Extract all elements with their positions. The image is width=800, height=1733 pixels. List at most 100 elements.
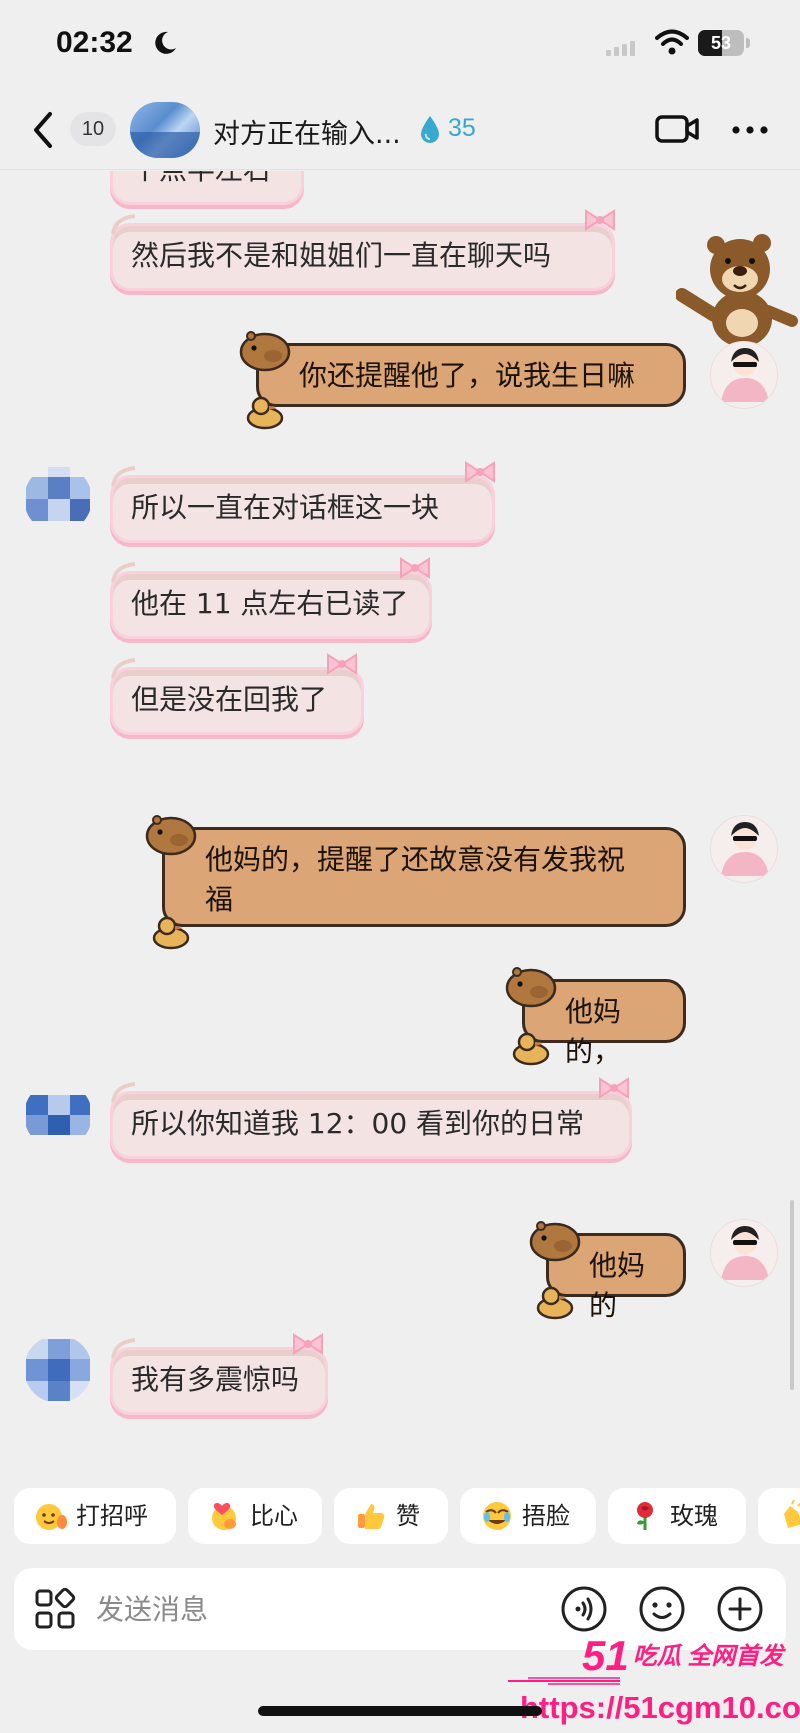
message-text: 所以一直在对话框这一块: [131, 491, 440, 524]
video-call-icon[interactable]: [654, 112, 700, 146]
plus-icon[interactable]: [716, 1585, 764, 1633]
quick-reply-bar: 打招呼 比心 赞 捂脸 玫瑰: [0, 1488, 800, 1548]
message-text: 然后我不是和姐姐们一直在聊天吗: [131, 239, 552, 272]
girl-avatar-icon: [711, 1220, 777, 1286]
chip-label: 玫瑰: [670, 1502, 718, 1530]
message-bubble-incoming[interactable]: 所以你知道我 12：00 看到你的日常: [110, 1077, 632, 1159]
message-text: 他在 11 点左右已读了: [131, 587, 409, 620]
message-text: 他妈的: [589, 1249, 646, 1322]
watermark-streak-icon: [508, 1677, 620, 1685]
capybara-sticker-icon: [239, 331, 291, 372]
message-text: 你还提醒他了，说我生日嘛: [299, 359, 636, 392]
facepalm-emoji-icon: [483, 1502, 511, 1530]
message-input[interactable]: [96, 1580, 476, 1638]
chat-header: 10 对方正在输入... 35: [0, 90, 800, 170]
capybara-sticker-icon: [145, 815, 197, 856]
unread-count-badge[interactable]: 10: [70, 112, 116, 146]
home-indicator[interactable]: [258, 1706, 542, 1716]
contact-status[interactable]: 对方正在输入...: [213, 112, 401, 151]
chip-label: 打招呼: [76, 1502, 148, 1530]
pink-bow-icon: [327, 653, 357, 675]
duck-sticker-icon: [512, 1032, 550, 1066]
finger-heart-emoji-icon: [212, 1503, 236, 1530]
lace-decoration-icon: [111, 1338, 136, 1359]
quick-reply-rose[interactable]: 玫瑰: [608, 1488, 746, 1544]
contact-avatar-pixelated[interactable]: [24, 1081, 92, 1149]
pixelated-avatar-icon: [24, 1081, 92, 1149]
pink-bow-icon: [400, 557, 430, 579]
pink-bow-icon: [599, 1077, 629, 1099]
more-options-icon[interactable]: [730, 124, 770, 136]
lace-decoration-icon: [111, 658, 136, 679]
message-bubble-incoming[interactable]: 他在 11 点左右已读了: [110, 557, 432, 639]
message-text-line: 福: [205, 883, 234, 916]
watermark-slogan: 吃瓜 全网首发: [632, 1643, 784, 1670]
message-list[interactable]: 个点半左右 然后我不是和姐姐们一直在聊天吗 你还提醒他了，说我生日嘛: [0, 171, 800, 1486]
duck-sticker-icon: [246, 396, 284, 430]
chip-label: 赞: [396, 1502, 420, 1530]
pink-bow-icon: [585, 209, 615, 231]
message-bubble-incoming[interactable]: 所以一直在对话框这一块: [110, 461, 495, 543]
message-bubble-outgoing[interactable]: 他妈的，提醒了还故意没有发我祝 福: [145, 815, 686, 950]
cellular-signal-icon: [606, 41, 635, 56]
battery-level: 53: [710, 33, 732, 53]
message-text: 但是没在回我了: [131, 683, 328, 716]
contact-avatar-pixelated[interactable]: [24, 465, 92, 533]
voice-input-icon[interactable]: [560, 1585, 608, 1633]
message-text: 个点半左右: [131, 171, 271, 186]
chip-label: 比心: [250, 1502, 298, 1530]
battery-indicator: 53: [698, 30, 750, 56]
apps-grid-icon[interactable]: [34, 1588, 76, 1630]
message-bubble-incoming[interactable]: 然后我不是和姐姐们一直在聊天吗: [110, 209, 615, 291]
duck-sticker-icon: [536, 1286, 574, 1320]
message-text: 所以你知道我 12：00 看到你的日常: [131, 1107, 585, 1140]
status-time: 02:32: [56, 26, 133, 59]
message-bubble-outgoing[interactable]: 你还提醒他了，说我生日嘛: [239, 331, 686, 430]
pink-bow-icon: [293, 1333, 323, 1355]
watermark-url: https://51cgm10.com: [520, 1690, 800, 1725]
clap-emoji-icon: [784, 1500, 800, 1528]
capybara-sticker-icon: [505, 967, 557, 1008]
chip-label: 捂脸: [522, 1502, 570, 1530]
wave-emoji-icon: [36, 1504, 67, 1530]
my-avatar[interactable]: [710, 815, 778, 883]
message-text: 我有多震惊吗: [131, 1363, 300, 1396]
scrollbar[interactable]: [790, 1200, 794, 1390]
message-bubble-outgoing[interactable]: 他妈的: [529, 1221, 686, 1322]
girl-avatar-icon: [711, 342, 777, 408]
message-bubble-outgoing[interactable]: 他妈的，: [505, 967, 686, 1068]
my-avatar[interactable]: [710, 341, 778, 409]
quick-reply-like[interactable]: 赞: [334, 1488, 448, 1544]
water-drop-icon: [421, 116, 439, 143]
rose-emoji-icon: [637, 1502, 653, 1530]
intimacy-count: 35: [448, 114, 476, 142]
status-bar: 02:32 53: [0, 0, 800, 90]
my-avatar[interactable]: [710, 1219, 778, 1287]
watermark-number: 51: [582, 1632, 629, 1679]
quick-reply-wave[interactable]: 打招呼: [14, 1488, 176, 1544]
contact-avatar-pixelated[interactable]: [24, 1335, 92, 1403]
thumbs-up-emoji-icon: [358, 1504, 385, 1529]
pixelated-avatar-icon: [24, 465, 92, 533]
contact-avatar[interactable]: [130, 102, 200, 158]
quick-reply-facepalm[interactable]: 捂脸: [460, 1488, 596, 1544]
message-bubble-incoming[interactable]: 我有多震惊吗: [110, 1333, 328, 1415]
lace-decoration-icon: [111, 1082, 136, 1103]
quick-reply-finger-heart[interactable]: 比心: [188, 1488, 322, 1544]
girl-avatar-icon: [711, 816, 777, 882]
message-text-line: 他妈的，提醒了还故意没有发我祝: [205, 843, 626, 876]
capybara-sticker-icon: [529, 1221, 581, 1262]
emoji-icon[interactable]: [638, 1585, 686, 1633]
message-bubble-incoming[interactable]: 个点半左右: [110, 171, 304, 205]
watermark-brand: 51 吃瓜 全网首发: [582, 1632, 783, 1680]
lace-decoration-icon: [111, 466, 136, 487]
lace-decoration-icon: [111, 214, 136, 235]
back-arrow-icon[interactable]: [28, 110, 58, 150]
duck-sticker-icon: [152, 916, 190, 950]
message-bubble-incoming[interactable]: 但是没在回我了: [110, 653, 364, 735]
pixelated-avatar-icon: [24, 1335, 92, 1403]
quick-reply-more[interactable]: [758, 1488, 800, 1544]
message-text: 他妈的，: [565, 995, 622, 1068]
bear-sticker-icon: [676, 234, 798, 347]
pink-bow-icon: [465, 461, 495, 483]
